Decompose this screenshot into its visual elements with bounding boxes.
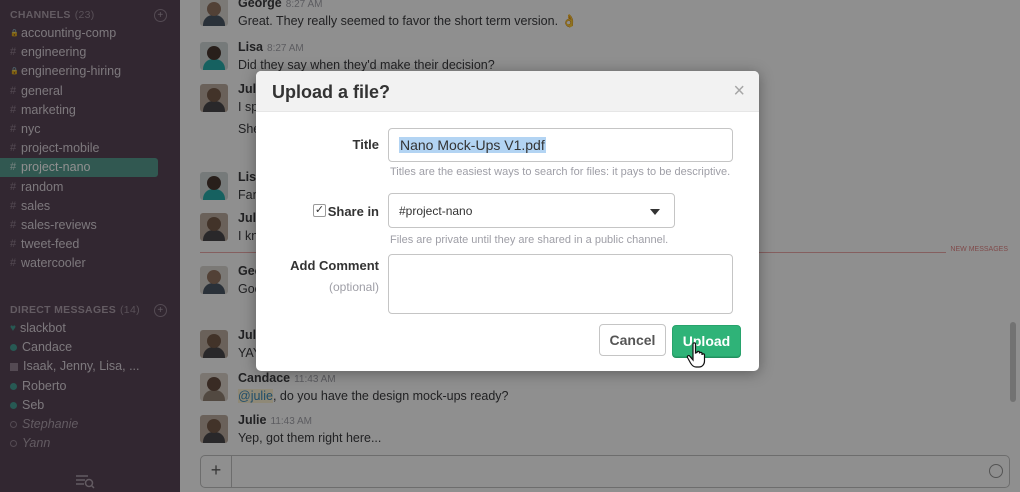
share-hint: Files are private until they are shared … [390,234,669,246]
upload-file-dialog: Upload a file? × Title Nano Mock-Ups V1.… [256,71,759,371]
hand-cursor-icon [686,342,706,368]
share-channel-select[interactable]: #project-nano [388,193,675,228]
title-input[interactable]: Nano Mock-Ups V1.pdf [388,128,733,162]
share-in-label[interactable]: Share in [316,204,379,219]
title-input-value[interactable]: Nano Mock-Ups V1.pdf [399,137,546,153]
share-channel-value[interactable]: #project-nano [399,204,472,218]
comment-optional-label: (optional) [328,280,379,294]
comment-label: Add Comment [290,258,379,273]
dialog-header: Upload a file? × [256,71,759,112]
chevron-down-icon[interactable] [650,209,660,215]
close-icon[interactable]: × [733,81,745,101]
title-label: Title [352,137,380,152]
upload-button[interactable]: Upload [672,325,741,357]
dialog-title: Upload a file? [272,82,391,102]
title-hint: Titles are the easiest ways to search fo… [390,166,731,178]
comment-textarea[interactable] [388,254,733,314]
cancel-button[interactable]: Cancel [599,324,666,356]
